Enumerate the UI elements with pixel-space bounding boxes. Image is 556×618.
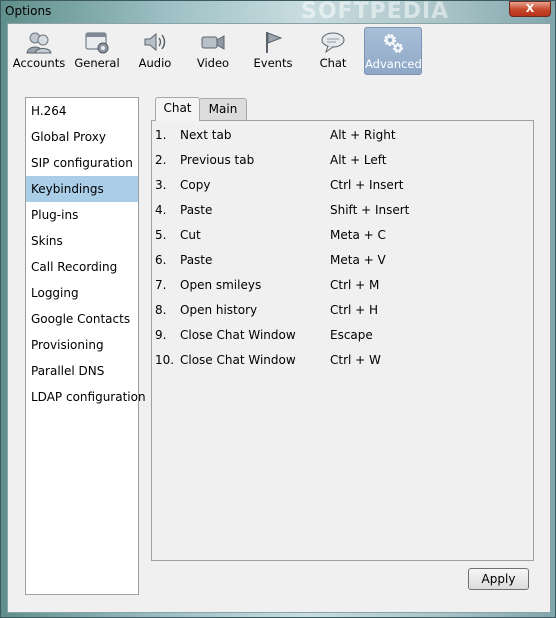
toolbar-audio[interactable]: Audio xyxy=(126,27,184,75)
row-action: Paste xyxy=(180,203,213,217)
options-window: Options SOFTPEDIA X Accounts General Aud… xyxy=(0,0,556,618)
row-number: 10. xyxy=(155,353,175,367)
row-keys: Alt + Left xyxy=(330,153,387,167)
row-keys: Ctrl + H xyxy=(330,303,379,317)
close-button[interactable]: X xyxy=(509,1,551,17)
row-number: 3. xyxy=(155,178,167,192)
sidebar-item-parallel-dns[interactable]: Parallel DNS xyxy=(26,358,138,384)
audio-icon xyxy=(144,32,166,52)
tab-main[interactable]: Main xyxy=(199,98,247,120)
toolbar-label: Audio xyxy=(138,56,172,70)
row-keys: Escape xyxy=(330,328,373,342)
toolbar-label: Advanced xyxy=(365,57,422,71)
sidebar-item-google-contacts[interactable]: Google Contacts xyxy=(26,306,138,332)
events-flag-icon xyxy=(266,32,283,53)
sidebar-item-call-recording[interactable]: Call Recording xyxy=(26,254,138,280)
toolbar-label: Video xyxy=(196,56,230,70)
toolbar-label: Events xyxy=(253,56,293,70)
toolbar-video[interactable]: Video xyxy=(184,27,242,75)
sidebar-item-ldap-configuration[interactable]: LDAP configuration xyxy=(26,384,146,410)
keybindings-panel: 1. Next tab Alt + Right 2. Previous tab … xyxy=(151,120,534,561)
toolbar-accounts[interactable]: Accounts xyxy=(10,27,68,75)
row-number: 4. xyxy=(155,203,167,217)
row-number: 1. xyxy=(155,128,167,142)
row-number: 5. xyxy=(155,228,167,242)
apply-button[interactable]: Apply xyxy=(468,568,529,590)
settings-sidebar: H.264 Global Proxy SIP configuration Key… xyxy=(25,97,146,595)
row-keys: Meta + V xyxy=(330,253,386,267)
row-action: Paste xyxy=(180,253,213,267)
tab-chat[interactable]: Chat xyxy=(155,97,200,121)
row-keys: Alt + Right xyxy=(330,128,396,142)
toolbar-chat[interactable]: Chat xyxy=(304,27,362,75)
row-keys: Ctrl + M xyxy=(330,278,380,292)
video-icon xyxy=(201,35,225,50)
row-action: Open history xyxy=(180,303,258,317)
row-keys: Ctrl + Insert xyxy=(330,178,404,192)
row-action: Close Chat Window xyxy=(180,328,296,342)
sidebar-item-global-proxy[interactable]: Global Proxy xyxy=(26,124,138,150)
title-bar[interactable]: Options SOFTPEDIA X xyxy=(1,0,556,24)
row-action: Copy xyxy=(180,178,211,192)
row-action: Cut xyxy=(180,228,201,242)
row-number: 7. xyxy=(155,278,167,292)
row-action: Previous tab xyxy=(180,153,255,167)
toolbar-advanced[interactable]: Advanced xyxy=(364,27,422,75)
chat-bubble-icon xyxy=(321,32,345,54)
sidebar-item-plug-ins[interactable]: Plug-ins xyxy=(26,202,138,228)
sidebar-item-logging[interactable]: Logging xyxy=(26,280,138,306)
row-action: Open smileys xyxy=(180,278,262,292)
category-toolbar: Accounts General Audio Video Events Chat… xyxy=(8,24,550,82)
window-title: Options xyxy=(5,4,52,18)
row-keys: Shift + Insert xyxy=(330,203,410,217)
toolbar-events[interactable]: Events xyxy=(244,27,302,75)
row-number: 8. xyxy=(155,303,167,317)
sidebar-item-skins[interactable]: Skins xyxy=(26,228,138,254)
advanced-gears-icon xyxy=(384,34,403,53)
toolbar-label: Accounts xyxy=(12,56,66,70)
sidebar-item-h264[interactable]: H.264 xyxy=(26,98,138,124)
sidebar-item-keybindings[interactable]: Keybindings xyxy=(26,176,138,202)
watermark: SOFTPEDIA xyxy=(301,0,450,24)
sidebar-item-sip-configuration[interactable]: SIP configuration xyxy=(26,150,138,176)
row-keys: Ctrl + W xyxy=(330,353,381,367)
toolbar-label: General xyxy=(74,56,120,70)
accounts-icon xyxy=(26,32,52,54)
row-number: 6. xyxy=(155,253,167,267)
row-number: 9. xyxy=(155,328,167,342)
sidebar-item-provisioning[interactable]: Provisioning xyxy=(26,332,138,358)
options-client-area: Accounts General Audio Video Events Chat… xyxy=(7,23,551,613)
row-number: 2. xyxy=(155,153,167,167)
general-icon xyxy=(85,32,109,54)
row-keys: Meta + C xyxy=(330,228,386,242)
row-action: Close Chat Window xyxy=(180,353,296,367)
toolbar-label: Chat xyxy=(319,56,347,70)
toolbar-general[interactable]: General xyxy=(68,27,126,75)
row-action: Next tab xyxy=(180,128,232,142)
